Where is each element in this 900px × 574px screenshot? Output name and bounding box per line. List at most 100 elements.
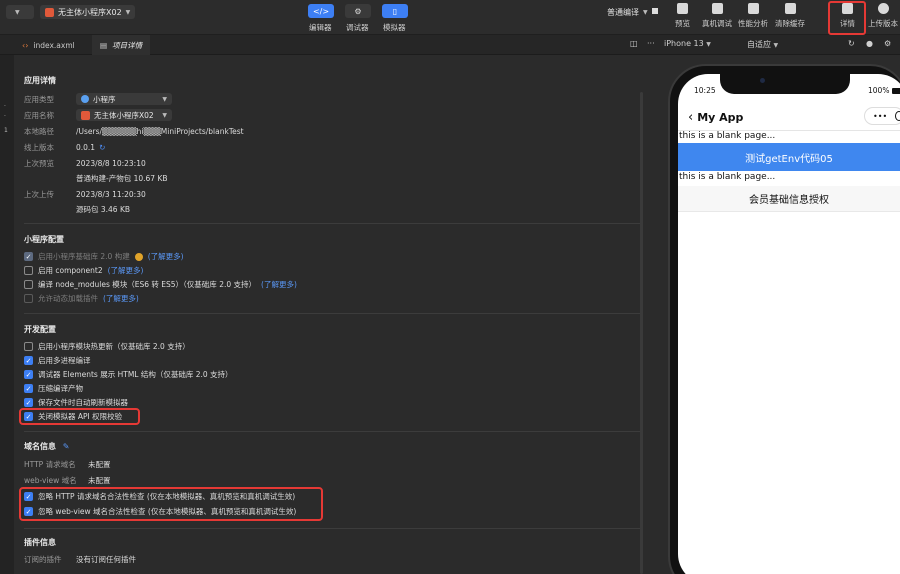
online-version-row: 线上版本 0.0.1 ↻ (24, 142, 105, 153)
refresh-icon[interactable]: ↻ (99, 143, 105, 152)
blank-page-text: this is a blank page... (679, 131, 776, 141)
app-type-select[interactable]: 小程序 ▼ (76, 93, 172, 105)
gutter-mark: · (4, 103, 6, 110)
stop-icon[interactable] (652, 8, 658, 14)
config-component2-label: 启用 component2 (38, 266, 103, 275)
preview-button[interactable]: 预览 (675, 3, 690, 29)
member-auth-button[interactable]: 会员基础信息授权 (678, 186, 900, 212)
learn-more-link[interactable]: (了解更多) (148, 251, 184, 262)
dev-elements-html-checkbox[interactable]: ✓ 调试器 Elements 展示 HTML 结构（仅基础库 2.0 支持） (24, 369, 233, 380)
dev-auto-refresh-checkbox[interactable]: ✓ 保存文件时自动刷新模拟器 (24, 397, 128, 408)
debugger-mode-button[interactable]: ⚙ (345, 4, 371, 18)
status-battery: 100% (868, 86, 900, 95)
device-selector[interactable]: iPhone 13 ▼ (664, 39, 711, 48)
phone-notch (720, 70, 850, 94)
settings-icon[interactable]: ⚙ (884, 39, 891, 48)
tab-project-details[interactable]: ▤ 项目详情 (92, 35, 151, 55)
remote-debug-button[interactable]: 真机调试 (702, 3, 732, 29)
tab-index-axml-label: index.axml (33, 40, 75, 50)
dev-hot-reload-checkbox[interactable]: 启用小程序模块热更新（仅基础库 2.0 支持） (24, 341, 190, 352)
battery-icon (892, 87, 900, 94)
capsule-menu[interactable]: ••• (864, 107, 900, 125)
home-icon[interactable]: ● (866, 39, 873, 48)
test-getenv-button[interactable]: 测试getEnv代码05 (678, 143, 900, 171)
preview-label: 预览 (675, 19, 690, 28)
document-icon: ▤ (100, 40, 108, 50)
plugins-row: 订阅的插件 没有订阅任何插件 (24, 554, 136, 565)
dev-multiprocess-label: 启用多进程编译 (38, 356, 91, 365)
domain-heading: 域名信息 ✎ (24, 441, 70, 452)
config-dynamic-plugin-checkbox[interactable]: 允许动态加载插件 (了解更多) (24, 293, 139, 304)
reload-icon[interactable]: ↻ (848, 39, 855, 48)
app-selector[interactable]: 无主体小程序X02 ▼ (40, 5, 136, 19)
code-icon: </> (312, 6, 330, 16)
checkbox-checked-icon: ✓ (24, 356, 33, 365)
edit-icon[interactable]: ✎ (63, 442, 70, 451)
dev-config-heading: 开发配置 (24, 325, 56, 334)
checkbox-checked-icon: ✓ (24, 370, 33, 379)
http-domain-row: HTTP 请求域名 未配置 (24, 459, 111, 470)
checkbox-unchecked-icon (24, 294, 33, 303)
device-label: iPhone 13 (664, 39, 704, 48)
performance-button[interactable]: 性能分析 (738, 3, 768, 29)
nav-bar: ‹ My App (688, 110, 743, 125)
app-icon (45, 7, 54, 17)
dev-multiprocess-checkbox[interactable]: ✓ 启用多进程编译 (24, 355, 91, 366)
dev-auto-refresh-label: 保存文件时自动刷新模拟器 (38, 398, 128, 407)
close-circle-icon[interactable] (895, 111, 900, 121)
top-toolbar: ▼ 无主体小程序X02 ▼ </> 编辑器 ⚙ 调试器 ▯ 模拟器 普通编译 ▼… (0, 0, 900, 35)
http-domain-value: 未配置 (88, 460, 111, 469)
clear-cache-button[interactable]: 清除缓存 (775, 3, 805, 29)
back-arrow-icon[interactable]: ‹ (688, 110, 693, 125)
last-preview-package: 普通构建-产物包 10.67 KB (76, 174, 168, 183)
blank-page-text: this is a blank page... (679, 172, 776, 182)
broom-icon (784, 3, 796, 14)
warning-icon (134, 252, 143, 261)
dev-minify-checkbox[interactable]: ✓ 压缩编译产物 (24, 383, 83, 394)
checkbox-unchecked-icon (24, 266, 33, 275)
config-component2-checkbox[interactable]: 启用 component2 (了解更多) (24, 265, 143, 276)
performance-label: 性能分析 (738, 19, 768, 28)
app-name-row: 应用名称 无主体小程序X02 ▼ (24, 109, 172, 121)
checkbox-checked-icon: ✓ (24, 252, 33, 261)
learn-more-link[interactable]: (了解更多) (261, 279, 297, 290)
last-preview-value: 2023/8/8 10:23:10 (76, 159, 146, 168)
panel-scrollbar[interactable] (640, 92, 643, 574)
layout-icon[interactable]: ◫ (630, 39, 638, 48)
simulator-mode-button[interactable]: ▯ (382, 4, 408, 18)
mini-program-icon (81, 95, 89, 103)
section-divider (24, 223, 640, 224)
editor-mode-button[interactable]: </> (308, 4, 334, 18)
dev-minify-label: 压缩编译产物 (38, 384, 83, 393)
app-type-label: 应用类型 (24, 94, 54, 104)
tab-project-details-label: 项目详情 (112, 40, 143, 50)
debugger-mode-label: 调试器 (346, 23, 369, 32)
fit-selector[interactable]: 自适应 ▼ (747, 39, 778, 50)
more-icon[interactable]: ··· (647, 39, 655, 48)
last-preview-label: 上次预览 (24, 159, 54, 168)
config-node-modules-checkbox[interactable]: 编译 node_modules 模块（ES6 转 ES5）（仅基础库 2.0 支… (24, 279, 297, 290)
mini-config-heading: 小程序配置 (24, 235, 64, 244)
last-upload-value: 2023/8/3 11:20:30 (76, 190, 146, 199)
app-name-select[interactable]: 无主体小程序X02 ▼ (76, 109, 172, 121)
checkbox-unchecked-icon (24, 280, 33, 289)
learn-more-link[interactable]: (了解更多) (103, 293, 139, 304)
test-getenv-label: 测试getEnv代码05 (745, 153, 833, 165)
chevron-down-icon: ▼ (773, 42, 779, 49)
app-icon (81, 110, 90, 120)
upload-button[interactable]: 上传版本 (868, 3, 898, 29)
config-base2-checkbox[interactable]: ✓ 启用小程序基础库 2.0 构建 (了解更多) (24, 251, 184, 262)
online-version-value: 0.0.1 (76, 143, 96, 152)
chevron-down-icon: ▼ (15, 8, 20, 16)
local-path-label: 本地路径 (24, 127, 54, 136)
plugins-label: 订阅的插件 (24, 555, 62, 564)
more-icon[interactable]: ••• (873, 112, 887, 121)
learn-more-link[interactable]: (了解更多) (108, 265, 144, 276)
tab-index-axml[interactable]: ‹› index.axml (14, 35, 83, 55)
project-dropdown[interactable]: ▼ (6, 5, 34, 19)
gutter-mark: 1 (4, 127, 8, 134)
domain-check-highlight (19, 487, 323, 521)
app-type-value: 小程序 (93, 94, 116, 104)
compile-mode-dropdown[interactable]: 普通编译 ▼ (602, 5, 653, 19)
chart-icon (747, 3, 759, 14)
